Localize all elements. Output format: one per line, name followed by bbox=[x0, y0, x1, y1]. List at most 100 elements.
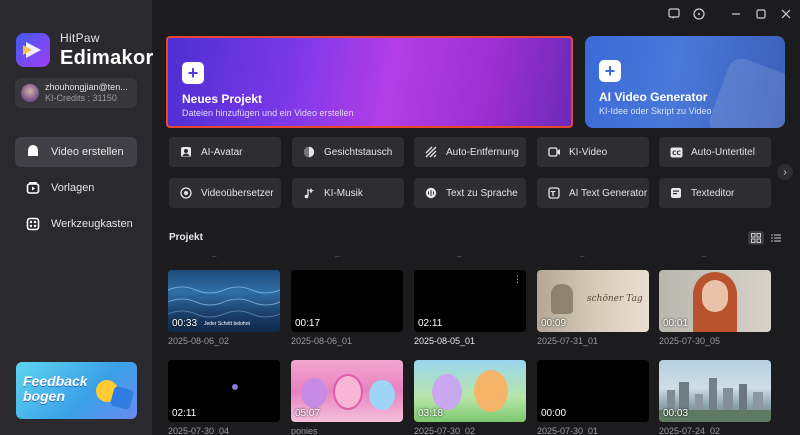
project-name[interactable]: 2025-07-24_02 bbox=[659, 426, 720, 435]
sidebar-nav: Video erstellen Vorlagen Werkzeugkasten bbox=[15, 137, 137, 245]
auto-remove-icon bbox=[424, 145, 438, 159]
tool-label: Text zu Sprache bbox=[446, 187, 518, 199]
subtitle-icon: CC bbox=[669, 145, 683, 159]
project-name[interactable]: 2025-08-05_01 bbox=[414, 336, 475, 346]
project-duration: 05:07 bbox=[295, 408, 321, 419]
tool-ai-music[interactable]: KI-Musik bbox=[292, 178, 404, 208]
separator: – bbox=[335, 252, 340, 261]
edimakor-logo-icon bbox=[16, 33, 50, 67]
project-duration: 02:11 bbox=[418, 318, 443, 329]
music-icon bbox=[302, 186, 316, 200]
svg-text:CC: CC bbox=[672, 149, 681, 156]
info-icon[interactable] bbox=[692, 7, 706, 21]
text-editor-icon bbox=[669, 186, 683, 200]
svg-text:T: T bbox=[551, 190, 556, 198]
sidebar: HitPaw Edimakor zhouhongjian@ten... KI-C… bbox=[0, 0, 154, 435]
project-name[interactable]: 2025-07-30_05 bbox=[659, 336, 720, 346]
face-swap-icon bbox=[302, 145, 316, 159]
sidebar-item-toolbox[interactable]: Werkzeugkasten bbox=[15, 209, 137, 239]
sidebar-item-video-create[interactable]: Video erstellen bbox=[15, 137, 137, 167]
pony-shape bbox=[333, 374, 363, 410]
translator-icon bbox=[179, 186, 193, 200]
minimize-icon[interactable] bbox=[729, 7, 743, 21]
project-thumbnail[interactable]: 00:17 bbox=[291, 270, 403, 332]
account-email: zhouhongjian@ten... bbox=[45, 82, 128, 92]
ai-video-generator-card[interactable]: + AI Video Generator KI-Idee oder Skript… bbox=[585, 36, 785, 128]
project-thumbnail[interactable]: ⋮ 02:11 bbox=[414, 270, 526, 332]
project-name[interactable]: ponies bbox=[291, 426, 318, 435]
avatar bbox=[21, 84, 39, 102]
tool-auto-subtitle[interactable]: CC Auto-Untertitel bbox=[659, 137, 771, 167]
separator: – bbox=[212, 252, 217, 261]
text-generator-icon: T bbox=[547, 186, 561, 200]
separator: – bbox=[457, 252, 462, 261]
tool-ai-avatar[interactable]: AI-Avatar bbox=[169, 137, 281, 167]
account-card[interactable]: zhouhongjian@ten... KI-Credits : 31150 bbox=[15, 78, 137, 108]
project-duration: 00:01 bbox=[663, 318, 689, 329]
tool-label: KI-Musik bbox=[324, 187, 363, 199]
face-shape bbox=[702, 280, 728, 312]
tool-ai-text-generator[interactable]: T AI Text Generator bbox=[537, 178, 649, 208]
figure-shape bbox=[551, 284, 573, 314]
sidebar-item-label: Werkzeugkasten bbox=[51, 218, 133, 230]
tool-text-to-speech[interactable]: Text zu Sprache bbox=[414, 178, 526, 208]
project-duration: 00:17 bbox=[295, 318, 321, 329]
more-options-icon[interactable]: ⋮ bbox=[513, 274, 522, 285]
tool-label: Auto-Untertitel bbox=[691, 146, 755, 158]
grid-view-icon[interactable] bbox=[748, 231, 764, 245]
plus-icon: + bbox=[599, 60, 621, 82]
project-caption: schöner Tag bbox=[587, 294, 643, 304]
tool-ai-video[interactable]: KI-Video bbox=[537, 137, 649, 167]
tool-label: Texteditor bbox=[691, 187, 735, 199]
project-name[interactable]: 2025-07-30_01 bbox=[537, 426, 598, 435]
maximize-icon[interactable] bbox=[754, 7, 768, 21]
pony-shape bbox=[369, 380, 395, 410]
project-thumbnail-portrait[interactable]: 00:01 bbox=[659, 270, 771, 332]
project-duration: 00:00 bbox=[541, 408, 567, 419]
tool-text-editor[interactable]: Texteditor bbox=[659, 178, 771, 208]
project-thumbnail-ocean[interactable]: Jeder Schritt belohnt 00:33 bbox=[168, 270, 280, 332]
message-icon[interactable] bbox=[667, 7, 681, 21]
project-name[interactable]: 2025-08-06_02 bbox=[168, 336, 229, 346]
project-thumbnail-city[interactable]: 00:03 bbox=[659, 360, 771, 422]
sidebar-item-templates[interactable]: Vorlagen bbox=[15, 173, 137, 203]
tool-label: AI-Avatar bbox=[201, 146, 243, 158]
list-view-icon[interactable] bbox=[768, 231, 784, 245]
project-name[interactable]: 2025-07-30_04 bbox=[168, 426, 229, 435]
project-thumbnail-ponies[interactable]: 05:07 bbox=[291, 360, 403, 422]
plus-icon: + bbox=[182, 62, 204, 84]
pony-shape bbox=[474, 370, 508, 412]
project-duration: 00:03 bbox=[663, 408, 689, 419]
tool-label: KI-Video bbox=[569, 146, 608, 158]
project-name[interactable]: 2025-07-30_02 bbox=[414, 426, 475, 435]
project-thumbnail-ponies-green[interactable]: 03:18 bbox=[414, 360, 526, 422]
avatar-icon bbox=[179, 145, 193, 159]
pony-shape bbox=[432, 374, 462, 410]
project-name[interactable]: 2025-08-06_01 bbox=[291, 336, 352, 346]
project-thumbnail-sepia[interactable]: schöner Tag 00:09 bbox=[537, 270, 649, 332]
brand: HitPaw Edimakor bbox=[16, 32, 154, 68]
feedback-line-1: Feedback bbox=[23, 373, 88, 389]
chevron-right-icon[interactable]: › bbox=[777, 164, 793, 180]
toolbox-icon bbox=[25, 216, 41, 232]
project-duration: 00:09 bbox=[541, 318, 567, 329]
tool-face-swap[interactable]: Gesichtstausch bbox=[292, 137, 404, 167]
project-duration: 03:18 bbox=[418, 408, 444, 419]
project-name[interactable]: 2025-07-31_01 bbox=[537, 336, 598, 346]
new-project-card[interactable]: + Neues Projekt Dateien hinzufügen und e… bbox=[166, 36, 573, 128]
tool-auto-remove[interactable]: Auto-Entfernung bbox=[414, 137, 526, 167]
close-icon[interactable] bbox=[779, 7, 793, 21]
tool-label: Auto-Entfernung bbox=[446, 146, 519, 158]
project-duration: 00:33 bbox=[172, 318, 198, 329]
templates-icon bbox=[25, 180, 41, 196]
project-caption: Jeder Schritt belohnt bbox=[204, 321, 250, 327]
feedback-banner[interactable]: Feedback bogen bbox=[16, 362, 137, 419]
feedback-line-2: bogen bbox=[23, 388, 65, 404]
ai-video-subtitle: KI-Idee oder Skript zu Video bbox=[599, 106, 712, 116]
ai-video-icon bbox=[547, 145, 561, 159]
projects-title: Projekt bbox=[169, 232, 203, 243]
project-thumbnail[interactable]: 02:11 bbox=[168, 360, 280, 422]
project-thumbnail[interactable]: 00:00 bbox=[537, 360, 649, 422]
feedback-text: Feedback bogen bbox=[23, 374, 88, 404]
tool-video-translator[interactable]: Videoübersetzer bbox=[169, 178, 281, 208]
